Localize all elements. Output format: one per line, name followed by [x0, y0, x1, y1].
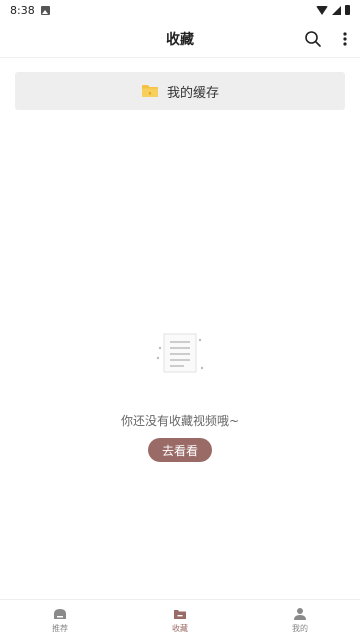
bottom-nav: 推荐 收藏 我的 — [0, 599, 360, 640]
empty-list-illustration — [156, 333, 204, 373]
app-bar: 收藏 — [0, 20, 360, 58]
nav-label: 我的 — [292, 623, 308, 633]
cellular-signal-icon — [332, 5, 341, 15]
my-cache-label: 我的缓存 — [166, 85, 219, 101]
nav-label: 收藏 — [172, 623, 188, 633]
status-time: 8:38 — [10, 3, 35, 17]
folder-icon — [141, 85, 158, 97]
image-notification-icon — [40, 5, 50, 15]
empty-state: 你还没有收藏视频哦~ 去看看 — [0, 328, 360, 462]
more-options-icon[interactable] — [340, 30, 350, 48]
folder-icon — [174, 609, 186, 619]
page-title: 收藏 — [166, 31, 194, 48]
nav-item-recommend[interactable]: 推荐 — [0, 600, 120, 640]
home-icon — [54, 608, 66, 619]
my-cache-button[interactable]: 我的缓存 — [15, 72, 345, 110]
browse-button[interactable]: 去看看 — [147, 438, 212, 462]
person-icon — [294, 607, 306, 620]
status-bar: 8:38 — [0, 0, 360, 20]
nav-label: 推荐 — [52, 623, 68, 633]
nav-item-favorites[interactable]: 收藏 — [120, 600, 240, 640]
nav-item-profile[interactable]: 我的 — [240, 600, 360, 640]
wifi-icon — [316, 5, 328, 15]
battery-icon — [345, 5, 350, 15]
empty-message: 你还没有收藏视频哦~ — [120, 414, 240, 428]
search-icon[interactable] — [304, 30, 322, 48]
